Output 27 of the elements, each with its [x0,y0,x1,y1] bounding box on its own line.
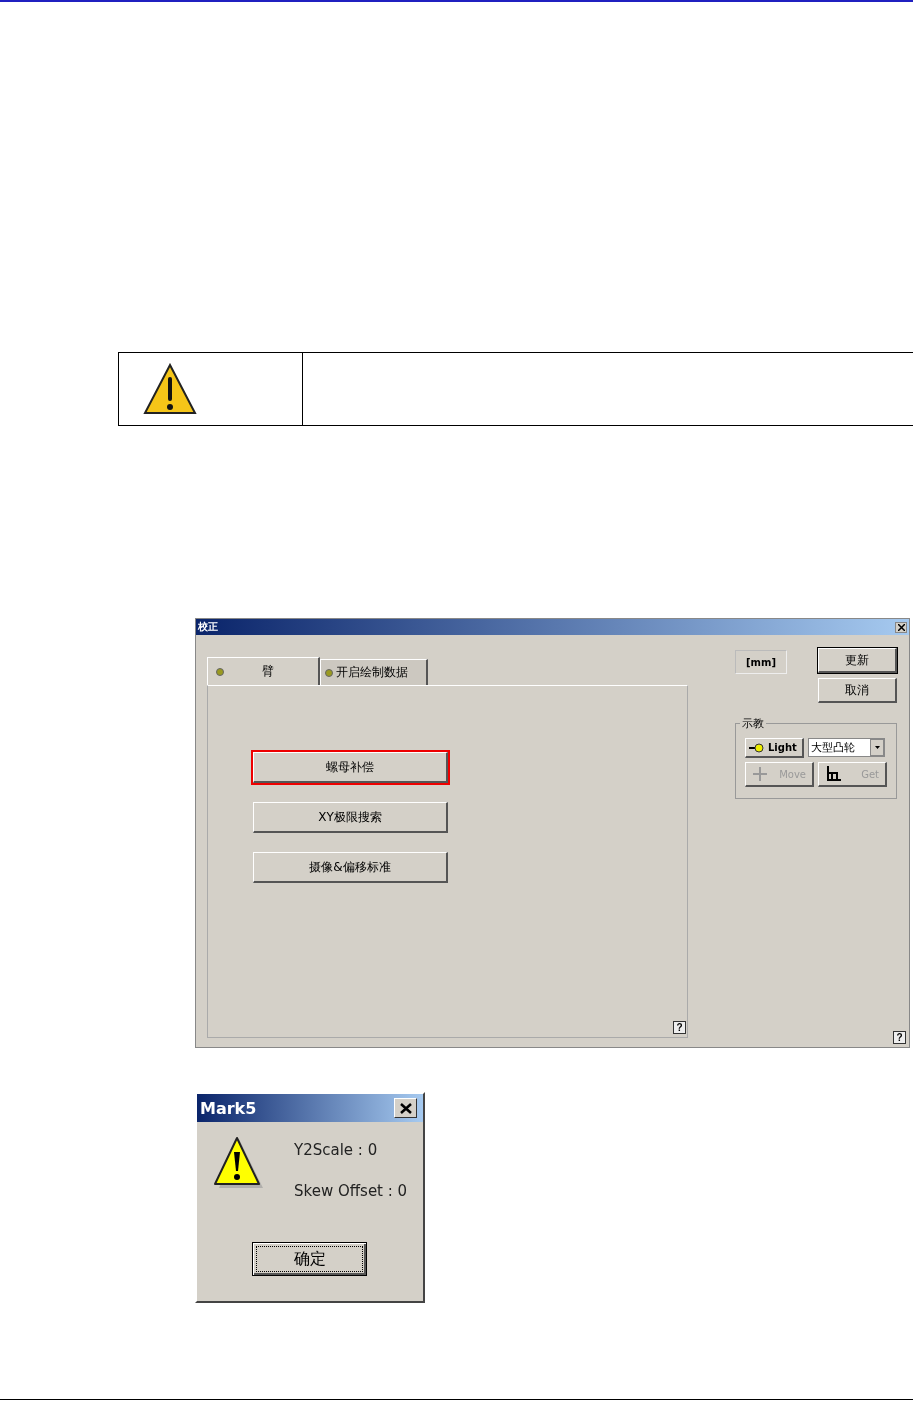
dialog-button[interactable]: 取消 [818,678,897,703]
frame-icon [825,765,843,783]
action-button[interactable]: 螺母补偿 [253,752,448,783]
action-button[interactable]: XY极限搜索 [253,802,448,833]
message-text: Y2Scale : 0 [294,1141,379,1159]
help-button[interactable]: ? [673,1021,686,1034]
close-button[interactable] [895,621,907,633]
action-button[interactable]: 摄像&偏移标准 [253,852,448,883]
message-text: Skew Offset : 0 [294,1182,408,1200]
tab[interactable]: 臂 [207,657,320,685]
ok-button[interactable]: 确定 [252,1242,367,1276]
mode-dropdown[interactable]: 大型凸轮 [808,738,885,757]
move-cross-icon [752,766,768,782]
unit-label: [mm] [735,650,787,674]
close-icon [399,1102,412,1114]
help-button[interactable]: ? [893,1031,906,1044]
window-title: Mark5 [200,1098,257,1118]
bulb-icon [749,742,765,753]
dialog-button[interactable]: 更新 [818,648,897,673]
tab[interactable]: 开启绘制数据 [320,659,428,685]
warning-icon [213,1136,265,1190]
close-icon [897,623,905,631]
light-button[interactable]: Light [745,738,804,758]
group-title: 示教 [740,716,766,731]
warning-icon [143,363,197,415]
dropdown-arrow-icon [874,746,880,749]
window-title: 校正 [198,620,218,634]
